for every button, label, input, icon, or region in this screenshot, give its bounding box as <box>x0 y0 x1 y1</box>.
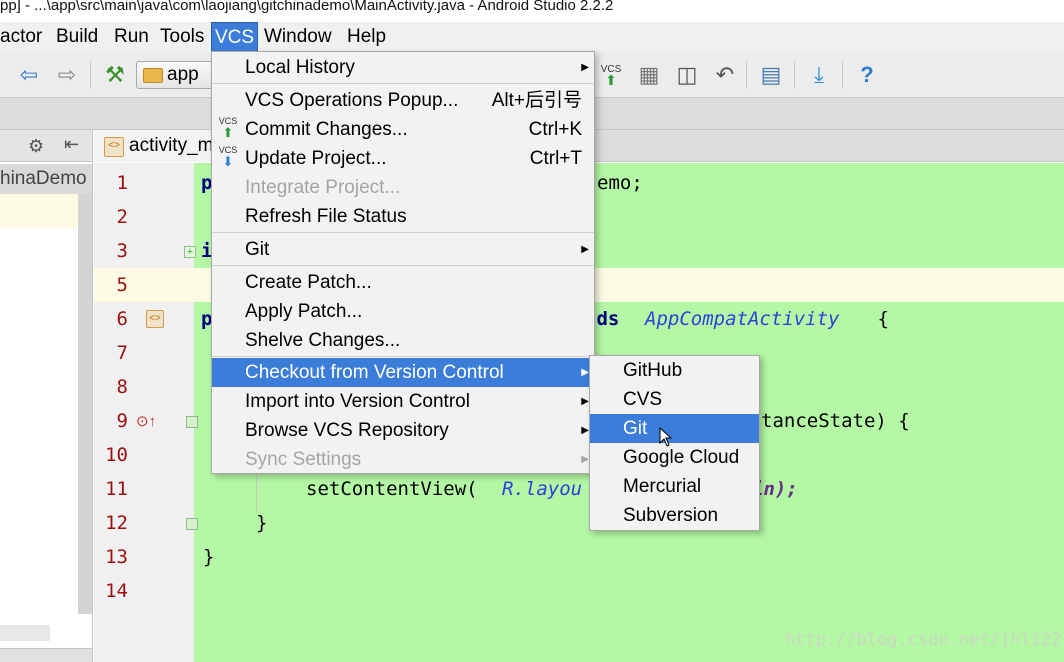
menu-separator <box>212 83 594 84</box>
override-marker-icon[interactable]: ⊙↑ <box>136 412 156 430</box>
project-panel: ⚙ ⇤ hinaDemo <box>0 130 93 662</box>
submenu-item-google-cloud[interactable]: Google Cloud <box>590 443 759 472</box>
vcs-history-icon[interactable]: ▦ <box>634 60 664 90</box>
menu-item-local-history[interactable]: Local History ▶ <box>212 53 594 82</box>
menu-item-commit-changes[interactable]: VCS ⬆ Commit Changes... Ctrl+K <box>212 115 594 144</box>
line-number: 11 <box>105 478 128 500</box>
window-title-bar: pp] - ...\app\src\main\java\com\laojiang… <box>0 0 1064 22</box>
make-project-icon[interactable]: ⚒ <box>100 60 130 90</box>
code-line-6-brace: { <box>866 308 889 330</box>
project-root-item[interactable]: hinaDemo <box>0 164 92 194</box>
xml-file-icon: <> <box>104 137 124 157</box>
editor-tab-label: activity_m <box>129 135 214 156</box>
vcs-commit-icon: VCS ⬆ <box>218 116 238 140</box>
vcs-update-toolbar-icon[interactable]: VCS ⬆ <box>596 60 626 90</box>
line-number: 2 <box>116 206 128 228</box>
run-config-label: app <box>167 64 199 85</box>
menu-item-checkout-from-vcs[interactable]: Checkout from Version Control ▶ <box>212 358 594 387</box>
menu-item-shelve-changes[interactable]: Shelve Changes... <box>212 326 594 355</box>
menu-run[interactable]: Run <box>111 22 152 52</box>
menu-item-vcs-operations-popup[interactable]: VCS Operations Popup... Alt+后引号 <box>212 86 594 115</box>
menu-bar: actor Build Run Tools VCS Window Help <box>0 22 1064 52</box>
code-line-1-end: emo; <box>597 172 643 194</box>
submenu-item-subversion[interactable]: Subversion <box>590 501 759 530</box>
sdk-manager-icon[interactable]: ⤓ <box>804 60 834 90</box>
line-number: 6 <box>116 308 128 330</box>
toolbar-separator <box>794 61 795 89</box>
editor-tab-activity-main[interactable]: <> activity_m <box>94 130 224 162</box>
code-line-9-end: tanceState) { <box>761 410 910 432</box>
vcs-compare-icon[interactable]: ◫ <box>672 60 702 90</box>
fold-marker-icon[interactable] <box>186 518 198 530</box>
layout-resource-icon[interactable]: <> <box>146 310 164 328</box>
toolbar-separator <box>746 61 747 89</box>
menu-item-refresh-file-status[interactable]: Refresh File Status <box>212 202 594 231</box>
menu-item-import-into-vcs[interactable]: Import into Version Control ▶ <box>212 387 594 416</box>
menu-separator <box>212 232 594 233</box>
menu-item-browse-vcs-repository[interactable]: Browse VCS Repository ▶ <box>212 416 594 445</box>
submenu-item-github[interactable]: GitHub <box>590 356 759 385</box>
forward-icon[interactable]: ⇨ <box>52 60 82 90</box>
vcs-update-icon: VCS ⬇ <box>218 145 238 169</box>
menu-item-create-patch[interactable]: Create Patch... <box>212 268 594 297</box>
structure-panel-header <box>0 648 92 662</box>
code-r-layout: R.layou <box>502 478 583 500</box>
submenu-item-cvs[interactable]: CVS <box>590 385 759 414</box>
module-folder-icon <box>143 68 163 83</box>
watermark: http://blog.csdn.net/jhl122 <box>785 630 1062 650</box>
run-config-select[interactable]: app <box>136 61 214 89</box>
revert-icon[interactable]: ↶ <box>710 60 740 90</box>
menu-tools[interactable]: Tools <box>157 22 207 52</box>
project-root-label: hinaDemo <box>0 168 87 189</box>
code-line-13: } <box>203 546 215 568</box>
code-setcontentview: setContentView( <box>306 478 478 500</box>
submenu-item-mercurial[interactable]: Mercurial <box>590 472 759 501</box>
menu-item-integrate-project: Integrate Project... <box>245 177 401 198</box>
menu-window[interactable]: Window <box>261 22 335 52</box>
project-horizontal-scrollbar[interactable] <box>0 625 50 641</box>
collapse-panel-icon[interactable]: ⇤ <box>64 134 79 155</box>
line-number: 5 <box>116 274 128 296</box>
menu-item-update-project[interactable]: VCS ⬇ Update Project... Ctrl+T <box>212 144 594 173</box>
menu-item-git[interactable]: Git ▶ <box>212 235 594 264</box>
line-number: 12 <box>105 512 128 534</box>
submenu-item-git[interactable]: Git <box>590 414 759 443</box>
menu-item-sync-settings: Sync Settings ▶ <box>245 449 589 470</box>
menu-item-apply-patch[interactable]: Apply Patch... <box>212 297 594 326</box>
vcs-menu: Local History ▶ VCS Operations Popup... Al… <box>211 51 595 474</box>
checkout-submenu: GitHub CVS Git Google Cloud Mercurial Su… <box>589 355 760 531</box>
project-structure-icon[interactable]: ▤ <box>756 60 786 90</box>
line-number: 7 <box>116 342 128 364</box>
line-number: 13 <box>105 546 128 568</box>
fold-expand-icon[interactable]: + <box>184 246 196 258</box>
toolbar-separator <box>842 61 843 89</box>
menu-separator <box>212 265 594 266</box>
toolbar-separator <box>90 61 91 89</box>
line-number: 3 <box>116 240 128 262</box>
menu-build[interactable]: Build <box>53 22 101 52</box>
line-number: 10 <box>105 444 128 466</box>
line-number: 14 <box>105 580 128 602</box>
line-number: 1 <box>116 172 128 194</box>
code-superclass: AppCompatActivity <box>645 308 840 330</box>
menu-refactor[interactable]: actor <box>0 22 45 52</box>
code-line-12: } <box>256 512 268 534</box>
menu-help[interactable]: Help <box>344 22 389 52</box>
mouse-pointer-icon <box>659 427 673 447</box>
window-title: pp] - ...\app\src\main\java\com\laojiang… <box>0 0 614 14</box>
project-panel-header: ⚙ ⇤ <box>0 130 92 162</box>
menu-vcs[interactable]: VCS <box>211 22 259 52</box>
line-number: 8 <box>116 376 128 398</box>
help-icon[interactable]: ? <box>852 60 882 90</box>
back-icon[interactable]: ⇦ <box>14 60 44 90</box>
settings-gear-icon[interactable]: ⚙ <box>28 136 44 157</box>
fold-marker-icon[interactable] <box>186 416 198 428</box>
menu-separator <box>212 356 594 357</box>
line-number: 9 <box>116 410 128 432</box>
